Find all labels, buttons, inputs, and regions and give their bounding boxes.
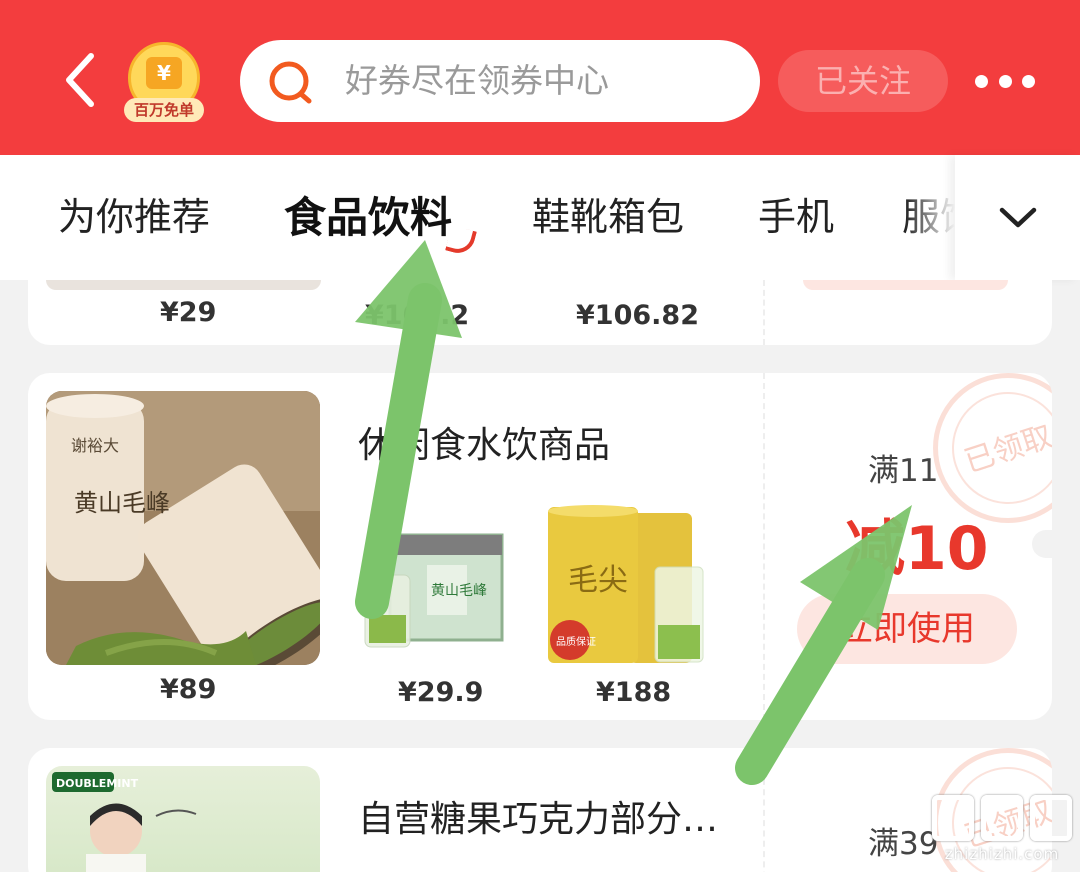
- product-image: [46, 280, 321, 290]
- watermark-logo-icon: [1030, 795, 1072, 841]
- search-placeholder: 好券尽在领券中心: [345, 61, 609, 100]
- search-icon: [269, 61, 312, 104]
- back-button[interactable]: [55, 50, 105, 110]
- coupon-title: 休闲食水饮商品: [358, 425, 611, 466]
- use-now-button[interactable]: 立即使用: [797, 594, 1017, 664]
- product-price: ¥188: [596, 677, 672, 708]
- watermark-text: zhizhizhi.com: [944, 845, 1060, 863]
- coupon-divider: [763, 748, 765, 872]
- product-image-maojian-tea[interactable]: 毛尖 品质保证: [540, 505, 710, 665]
- expand-tabs-button[interactable]: [955, 155, 1080, 280]
- badge-label: 百万免单: [124, 98, 204, 122]
- tab-recommend[interactable]: 为你推荐: [58, 155, 210, 280]
- coupon-divider: [763, 280, 765, 345]
- tab-shoes-bags[interactable]: 鞋靴箱包: [532, 155, 684, 280]
- more-menu-button[interactable]: [975, 70, 1035, 92]
- tab-phones[interactable]: 手机: [758, 155, 834, 280]
- product-image-doublemint[interactable]: DOUBLEMINT: [46, 766, 320, 872]
- product-image-tea-tin[interactable]: 黄山毛峰: [355, 505, 510, 655]
- follow-button[interactable]: 已关注: [778, 50, 948, 112]
- watermark-logo-icon: [981, 795, 1023, 841]
- more-dots-icon: [998, 74, 1012, 88]
- use-button-partial[interactable]: [803, 280, 1008, 290]
- search-bar[interactable]: 好券尽在领券中心: [240, 40, 760, 122]
- doublemint-ad-illustration: DOUBLEMINT: [52, 772, 197, 872]
- product-price: ¥29.9: [398, 677, 484, 708]
- more-dots-icon: [1022, 74, 1035, 88]
- svg-text:DOUBLEMINT: DOUBLEMINT: [56, 777, 139, 790]
- back-arrow-icon: [66, 53, 94, 107]
- product-price: ¥106.2: [365, 300, 470, 331]
- claimed-stamp-label: 已领取: [937, 377, 1052, 519]
- more-dots-icon: [975, 74, 988, 88]
- coupon-title: 自营糖果巧克力部分…: [358, 799, 719, 840]
- card-notch: [1032, 530, 1052, 558]
- million-free-order-badge[interactable]: ¥ 百万免单: [124, 42, 204, 122]
- product-image-tea-canisters[interactable]: 谢裕大 黄山毛峰: [46, 391, 320, 665]
- tea-tin-illustration: 黄山毛峰: [364, 533, 504, 648]
- svg-text:黄山毛峰: 黄山毛峰: [431, 582, 487, 599]
- tea-canister-illustration: 谢裕大 黄山毛峰: [46, 391, 320, 665]
- tea-label-text: 黄山毛峰: [74, 489, 170, 517]
- maojian-tea-illustration: 毛尖 品质保证: [548, 505, 704, 663]
- product-price: ¥29: [160, 297, 217, 328]
- svg-text:品质保证: 品质保证: [556, 635, 596, 648]
- product-price: ¥106.82: [576, 300, 699, 331]
- svg-text:谢裕大: 谢裕大: [71, 436, 119, 455]
- coupon-discount: 减10: [845, 514, 989, 584]
- watermark-logo-icon: [932, 795, 974, 841]
- tab-food-drinks[interactable]: 食品饮料: [284, 155, 452, 280]
- coupon-threshold: 满11: [868, 453, 939, 489]
- top-bar: ¥ 百万免单 好券尽在领券中心 已关注: [0, 0, 1080, 155]
- category-tabs: 为你推荐 食品饮料 鞋靴箱包 手机 服饰: [0, 155, 1080, 280]
- tabs-fade: [905, 155, 955, 280]
- chevron-down-icon: [999, 207, 1036, 227]
- coin-icon: ¥: [146, 57, 182, 89]
- site-watermark: zhizhizhi.com: [928, 795, 1076, 870]
- svg-text:毛尖: 毛尖: [568, 563, 628, 598]
- coupon-divider: [763, 373, 765, 720]
- product-price: ¥89: [160, 674, 217, 705]
